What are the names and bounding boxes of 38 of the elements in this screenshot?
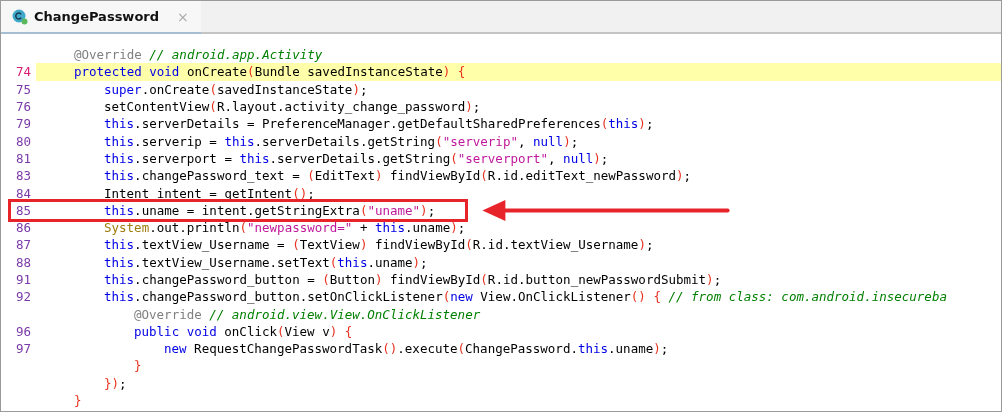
line-number: 80 — [15, 133, 33, 149]
code-line: System.out.println("newpassword=" + this.uname); — [104, 220, 466, 236]
line-number: 79 — [15, 116, 33, 132]
code-line: @Override // android.view.View.OnClickListener — [134, 306, 481, 322]
line-number: 92 — [15, 289, 33, 305]
code-line: this.uname = intent.getStringExtra("uname"); — [104, 202, 436, 218]
line-number: 96 — [15, 323, 33, 339]
line-number: 75 — [15, 81, 33, 97]
code-line: protected void onCreate(Bundle savedInstanceState) { — [74, 64, 466, 80]
line-number: 97 — [15, 341, 33, 357]
code-line: public void onClick(View v) { — [134, 323, 353, 339]
line-number: 91 — [15, 272, 33, 287]
line-number: 81 — [15, 150, 33, 166]
code-line: this.textView_Username.setText(this.uname); — [104, 254, 428, 270]
code-line: this.changePassword_button = (Button) findViewById(R.id.button_newPasswordSubmit); — [104, 272, 722, 287]
code-line: this.serverport = this.serverDetails.getString("serverport", null); — [104, 150, 609, 166]
line-number: 86 — [15, 220, 33, 236]
code-line: this.serverDetails = PreferenceManager.getDefaultSharedPreferences(this); — [104, 116, 654, 132]
line-number: 88 — [15, 254, 33, 270]
code-line: new RequestChangePasswordTask().execute(ChangePassword.this.uname); — [164, 341, 669, 357]
line-number: 74 — [15, 64, 33, 80]
line-number: 84 — [15, 185, 33, 201]
code-line: setContentView(R.layout.activity_change_password); — [104, 99, 481, 115]
code-line: this.textView_Username = (TextView) findViewById(R.id.textView_Username); — [104, 237, 654, 253]
line-number: 85 — [15, 202, 33, 218]
class-file-icon — [12, 8, 28, 25]
editor-tab[interactable]: ChangePassword × — [1, 1, 201, 34]
code-line: this.changePassword_button.setOnClickListener(new View.OnClickListener() { // from class: com.android.insecureba — [104, 289, 947, 305]
code-line: this.serverip = this.serverDetails.getString("serverip", null); — [104, 133, 579, 149]
code-line: } — [134, 358, 142, 374]
line-number: 87 — [15, 237, 33, 253]
line-number: 83 — [15, 168, 33, 184]
code-line: @Override // android.app.Activity — [74, 47, 323, 63]
code-line: } — [74, 393, 82, 409]
code-line: this.changePassword_text = (EditText) findViewById(R.id.editText_newPassword); — [104, 168, 692, 184]
line-number: 76 — [15, 99, 33, 115]
code-line: }); — [104, 375, 127, 391]
code-line: super.onCreate(savedInstanceState); — [104, 81, 368, 97]
